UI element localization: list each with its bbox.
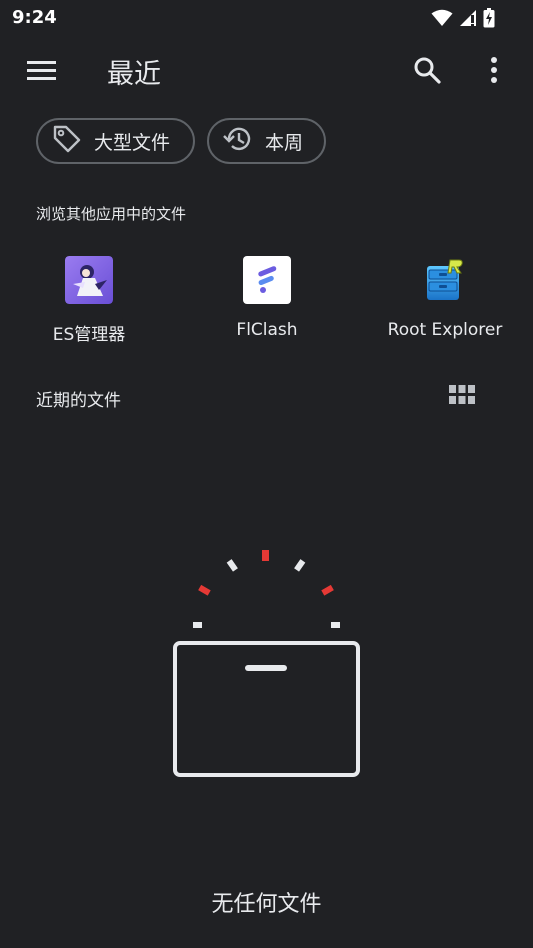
search-button[interactable]: [405, 52, 449, 92]
status-icons: [431, 8, 495, 32]
grid-view-toggle[interactable]: [445, 382, 479, 412]
app-flclash[interactable]: FlClash: [187, 256, 347, 340]
grid-view-icon: [449, 385, 475, 409]
status-bar: 9:24: [0, 0, 533, 36]
menu-icon: [27, 59, 57, 85]
page-title: 最近: [107, 59, 161, 90]
apps-row: ES管理器 FlClash Root Explorer: [0, 256, 533, 352]
status-time: 9:24: [12, 7, 57, 28]
app-name: FlClash: [236, 320, 298, 340]
flclash-app-icon: [243, 256, 291, 304]
more-vert-icon: [490, 56, 498, 88]
history-icon: [223, 124, 253, 159]
signal-icon: [459, 9, 477, 31]
app-name: Root Explorer: [387, 320, 503, 340]
browse-apps-heading: 浏览其他应用中的文件: [36, 205, 187, 223]
empty-box-icon: [166, 540, 366, 780]
search-icon: [413, 56, 441, 88]
chip-label: 本周: [265, 131, 304, 154]
this-week-chip[interactable]: 本周: [207, 118, 326, 164]
menu-button[interactable]: [22, 56, 62, 88]
empty-state-text: 无任何文件: [211, 892, 322, 917]
app-es-file-manager[interactable]: ES管理器: [9, 256, 169, 345]
app-root-explorer[interactable]: Root Explorer: [365, 256, 525, 340]
chip-label: 大型文件: [94, 131, 171, 154]
tag-icon: [52, 124, 82, 159]
recent-files-heading: 近期的文件: [36, 391, 121, 411]
battery-charging-icon: [483, 8, 495, 32]
root-explorer-app-icon: [421, 256, 469, 304]
app-name: ES管理器: [52, 325, 126, 345]
large-files-chip[interactable]: 大型文件: [36, 118, 195, 164]
wifi-icon: [431, 9, 453, 31]
app-toolbar: 最近: [0, 36, 533, 108]
es-manager-app-icon: [65, 256, 113, 304]
more-options-button[interactable]: [476, 52, 512, 92]
